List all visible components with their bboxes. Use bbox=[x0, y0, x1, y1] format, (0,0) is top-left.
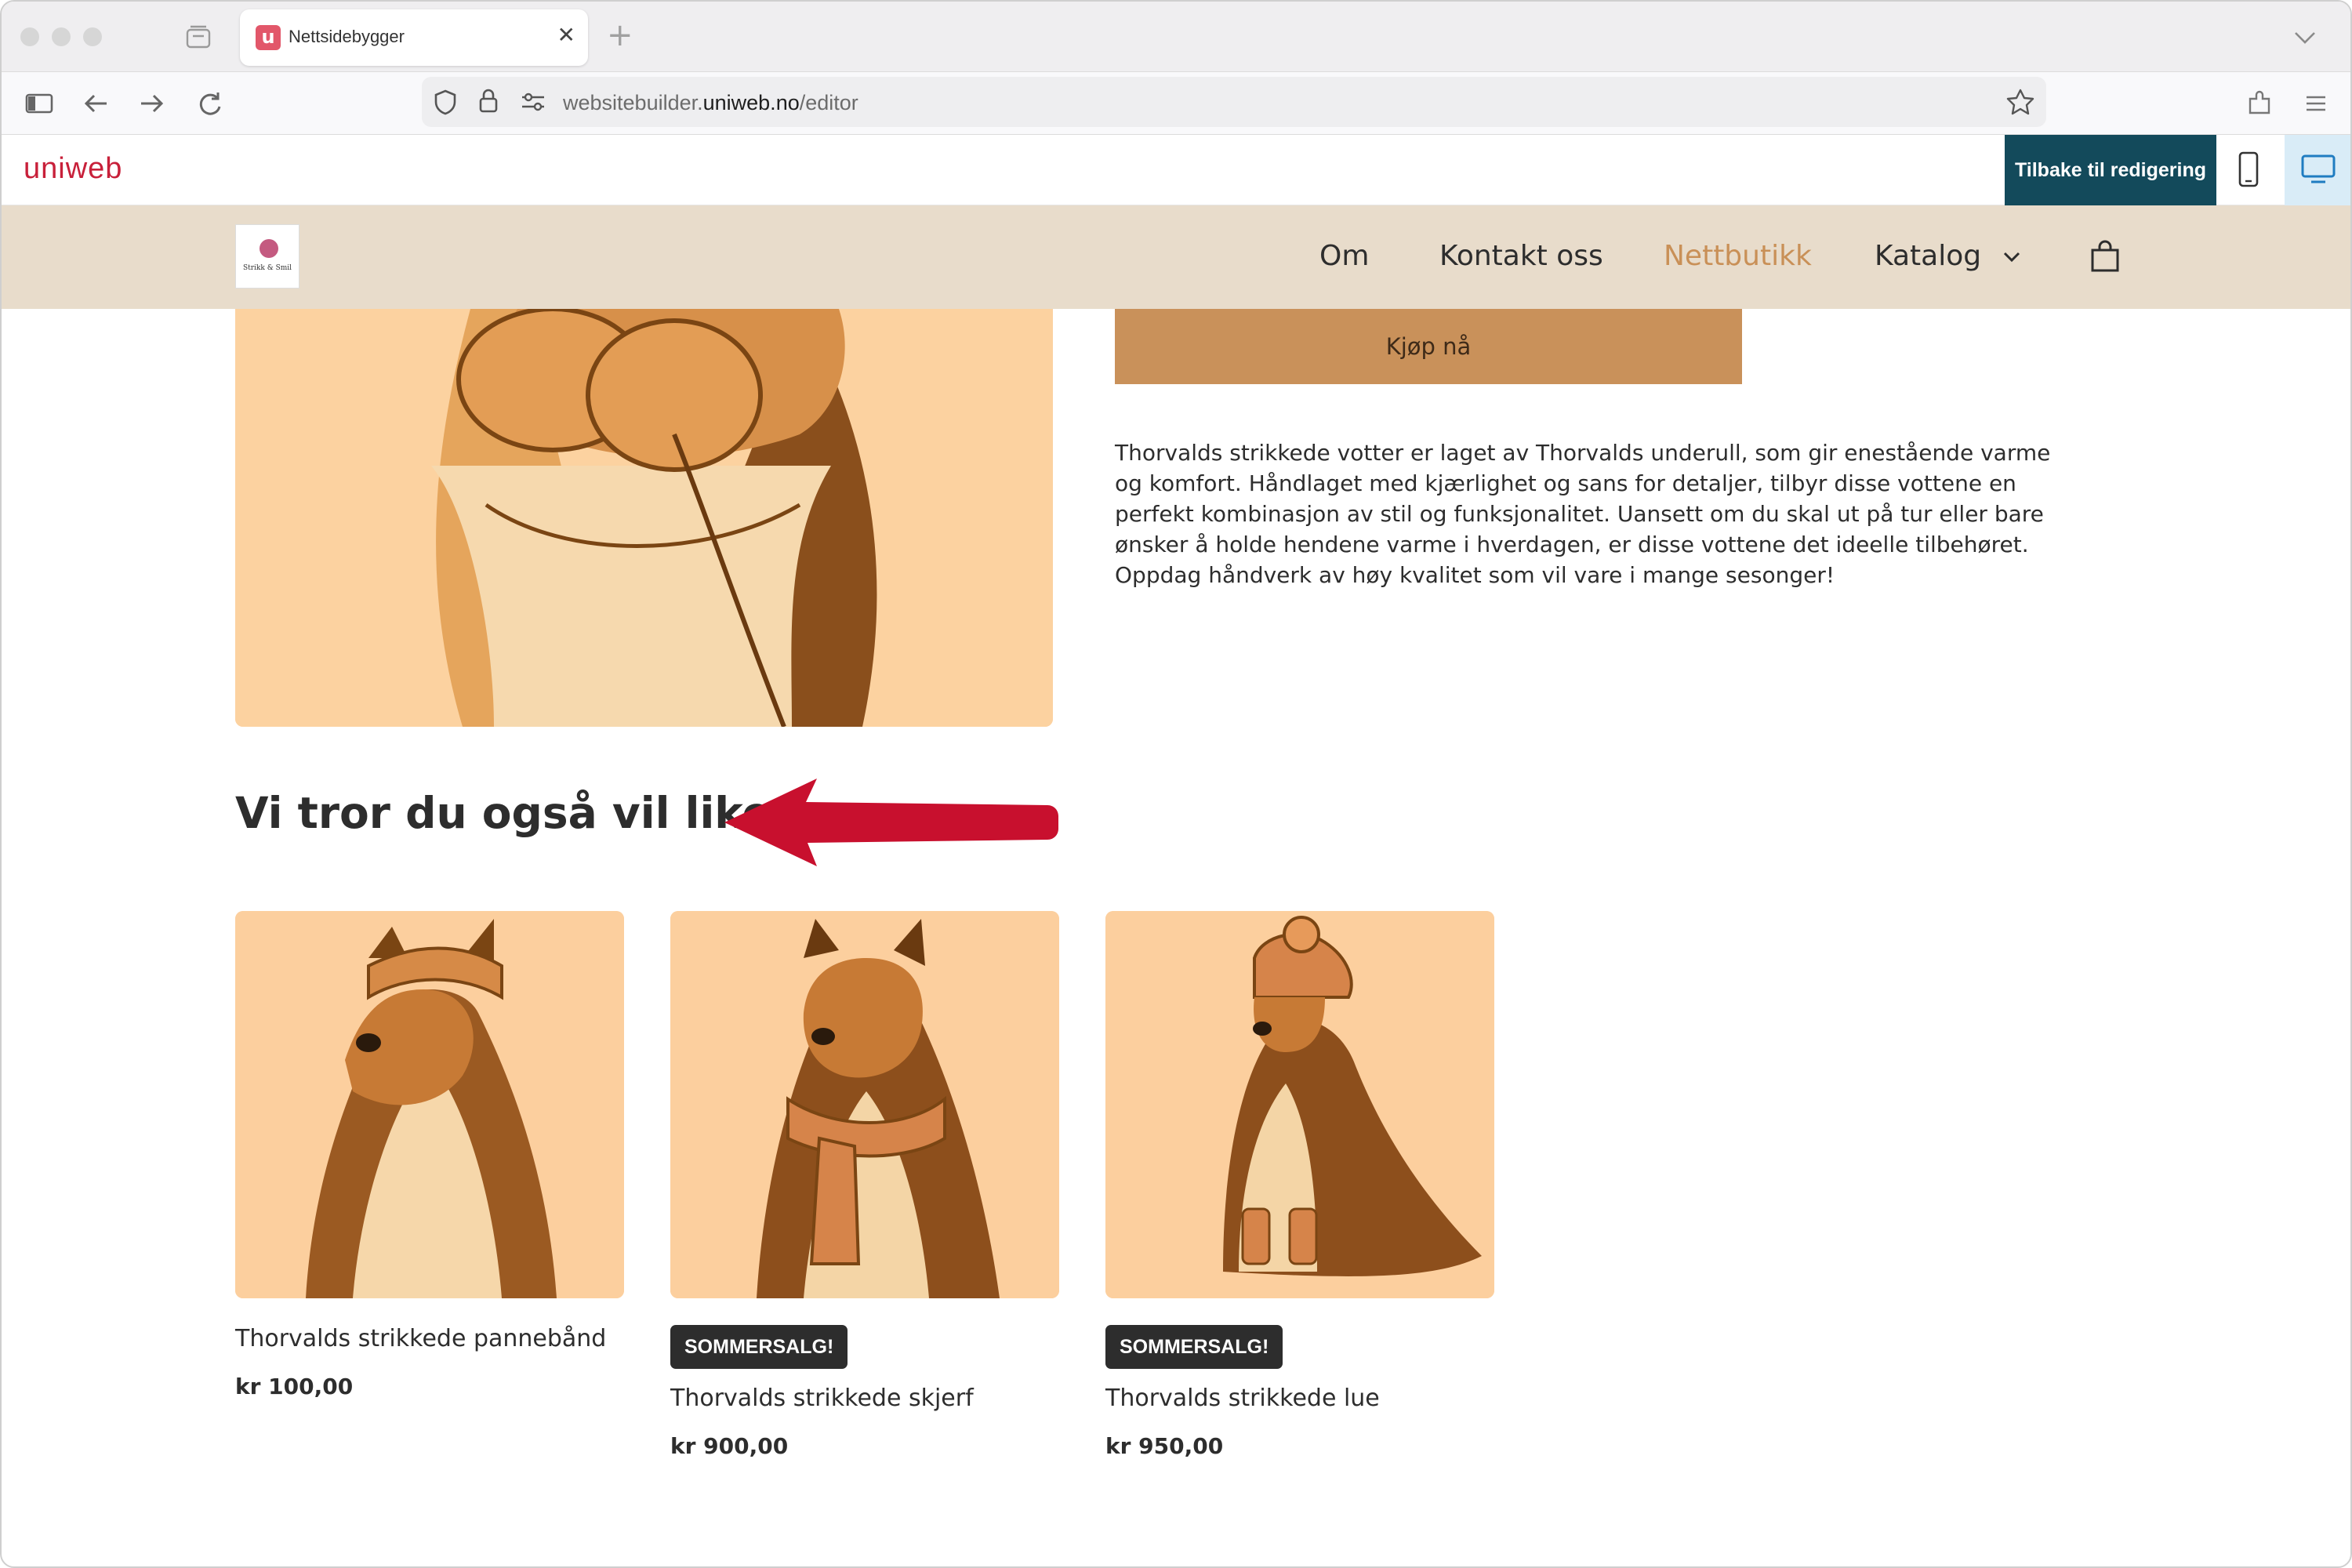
zoom-window-button[interactable] bbox=[83, 27, 102, 46]
sidebar-icon[interactable] bbox=[24, 88, 55, 119]
product-price: kr 100,00 bbox=[235, 1374, 354, 1399]
mobile-preview-button[interactable] bbox=[2216, 135, 2282, 205]
product-card-image[interactable] bbox=[670, 911, 1059, 1298]
tab-nettsidebygger[interactable]: u Nettsidebygger ✕ bbox=[240, 9, 588, 66]
editor-toolbar: uniweb Tilbake til redigering bbox=[2, 135, 2350, 205]
uniweb-logo[interactable]: uniweb bbox=[24, 152, 122, 186]
forward-icon[interactable] bbox=[136, 88, 168, 119]
product-card[interactable]: SOMMERSALG! Thorvalds strikkede lue kr 9… bbox=[1105, 911, 1494, 1460]
product-name[interactable]: Thorvalds strikkede skjerf bbox=[670, 1385, 974, 1412]
product-card[interactable]: Thorvalds strikkede pannebånd kr 100,00 bbox=[235, 911, 624, 1460]
address-bar[interactable]: websitebuilder.uniweb.no/editor bbox=[422, 77, 2046, 127]
product-card[interactable]: SOMMERSALG! Thorvalds strikkede skjerf k… bbox=[670, 911, 1059, 1460]
product-card-image[interactable] bbox=[235, 911, 624, 1298]
back-icon[interactable] bbox=[80, 88, 111, 119]
site-logo-text: Strikk & Smil bbox=[242, 264, 292, 272]
chevron-down-icon bbox=[2003, 252, 2020, 263]
tab-bar: u Nettsidebygger ✕ + bbox=[2, 2, 2350, 72]
url-path: /editor bbox=[799, 91, 858, 114]
desktop-preview-button[interactable] bbox=[2285, 135, 2350, 205]
menu-icon[interactable] bbox=[2300, 88, 2332, 119]
tab-overview-icon[interactable] bbox=[185, 24, 212, 50]
browser-window: u Nettsidebygger ✕ + websitebuilder.uniw… bbox=[0, 0, 2352, 1568]
navigation-bar: websitebuilder.uniweb.no/editor bbox=[2, 72, 2350, 135]
chevron-down-icon[interactable] bbox=[2291, 24, 2319, 52]
dog-with-scarf-illustration bbox=[670, 911, 1059, 1298]
dog-with-mittens-illustration bbox=[235, 309, 1053, 727]
menu-item-om[interactable]: Om bbox=[1319, 240, 1369, 272]
lock-icon[interactable] bbox=[475, 86, 502, 116]
sale-badge: SOMMERSALG! bbox=[670, 1325, 848, 1369]
url-prefix: websitebuilder. bbox=[563, 91, 703, 114]
dog-with-headband-illustration bbox=[235, 911, 624, 1298]
related-products-heading: Vi tror du også vil like bbox=[235, 788, 771, 838]
site-settings-icon[interactable] bbox=[519, 89, 547, 114]
back-to-editing-button[interactable]: Tilbake til redigering bbox=[2005, 135, 2216, 205]
shield-icon[interactable] bbox=[431, 88, 459, 116]
mobile-icon bbox=[2238, 151, 2259, 187]
extensions-icon[interactable] bbox=[2244, 88, 2275, 119]
product-card-image[interactable] bbox=[1105, 911, 1494, 1298]
url-text[interactable]: websitebuilder.uniweb.no/editor bbox=[563, 91, 858, 115]
product-price: kr 900,00 bbox=[670, 1433, 789, 1459]
shopping-bag-icon[interactable] bbox=[2089, 240, 2122, 273]
buy-now-button[interactable]: Kjøp nå bbox=[1115, 309, 1742, 384]
close-tab-icon[interactable]: ✕ bbox=[557, 22, 575, 48]
product-image[interactable] bbox=[235, 309, 1053, 727]
minimize-window-button[interactable] bbox=[52, 27, 71, 46]
sale-badge: SOMMERSALG! bbox=[1105, 1325, 1283, 1369]
new-tab-icon[interactable]: + bbox=[607, 17, 633, 53]
red-arrow-annotation bbox=[724, 779, 1058, 866]
yarn-ball-icon bbox=[260, 239, 278, 258]
bookmark-star-icon[interactable] bbox=[2005, 88, 2035, 116]
product-description: Thorvalds strikkede votter er laget av T… bbox=[1115, 440, 2051, 588]
katalog-label: Katalog bbox=[1875, 240, 1982, 272]
product-name[interactable]: Thorvalds strikkede lue bbox=[1105, 1385, 1380, 1412]
product-name[interactable]: Thorvalds strikkede pannebånd bbox=[235, 1325, 606, 1352]
menu-item-katalog[interactable]: Katalog bbox=[1875, 240, 2022, 272]
dog-with-beanie-illustration bbox=[1105, 911, 1494, 1298]
uniweb-favicon-icon: u bbox=[256, 25, 281, 50]
reload-icon[interactable] bbox=[194, 88, 226, 119]
product-price: kr 950,00 bbox=[1105, 1433, 1224, 1459]
close-window-button[interactable] bbox=[20, 27, 39, 46]
url-domain: uniweb.no bbox=[702, 91, 800, 114]
site-header: Strikk & Smil Om Kontakt oss Nettbutikk … bbox=[2, 205, 2350, 309]
tab-title: Nettsidebygger bbox=[289, 27, 405, 46]
menu-item-kontakt-oss[interactable]: Kontakt oss bbox=[1439, 240, 1603, 272]
menu-item-nettbutikk[interactable]: Nettbutikk bbox=[1664, 240, 1812, 272]
desktop-icon bbox=[2301, 154, 2336, 183]
site-logo[interactable]: Strikk & Smil bbox=[235, 224, 299, 289]
